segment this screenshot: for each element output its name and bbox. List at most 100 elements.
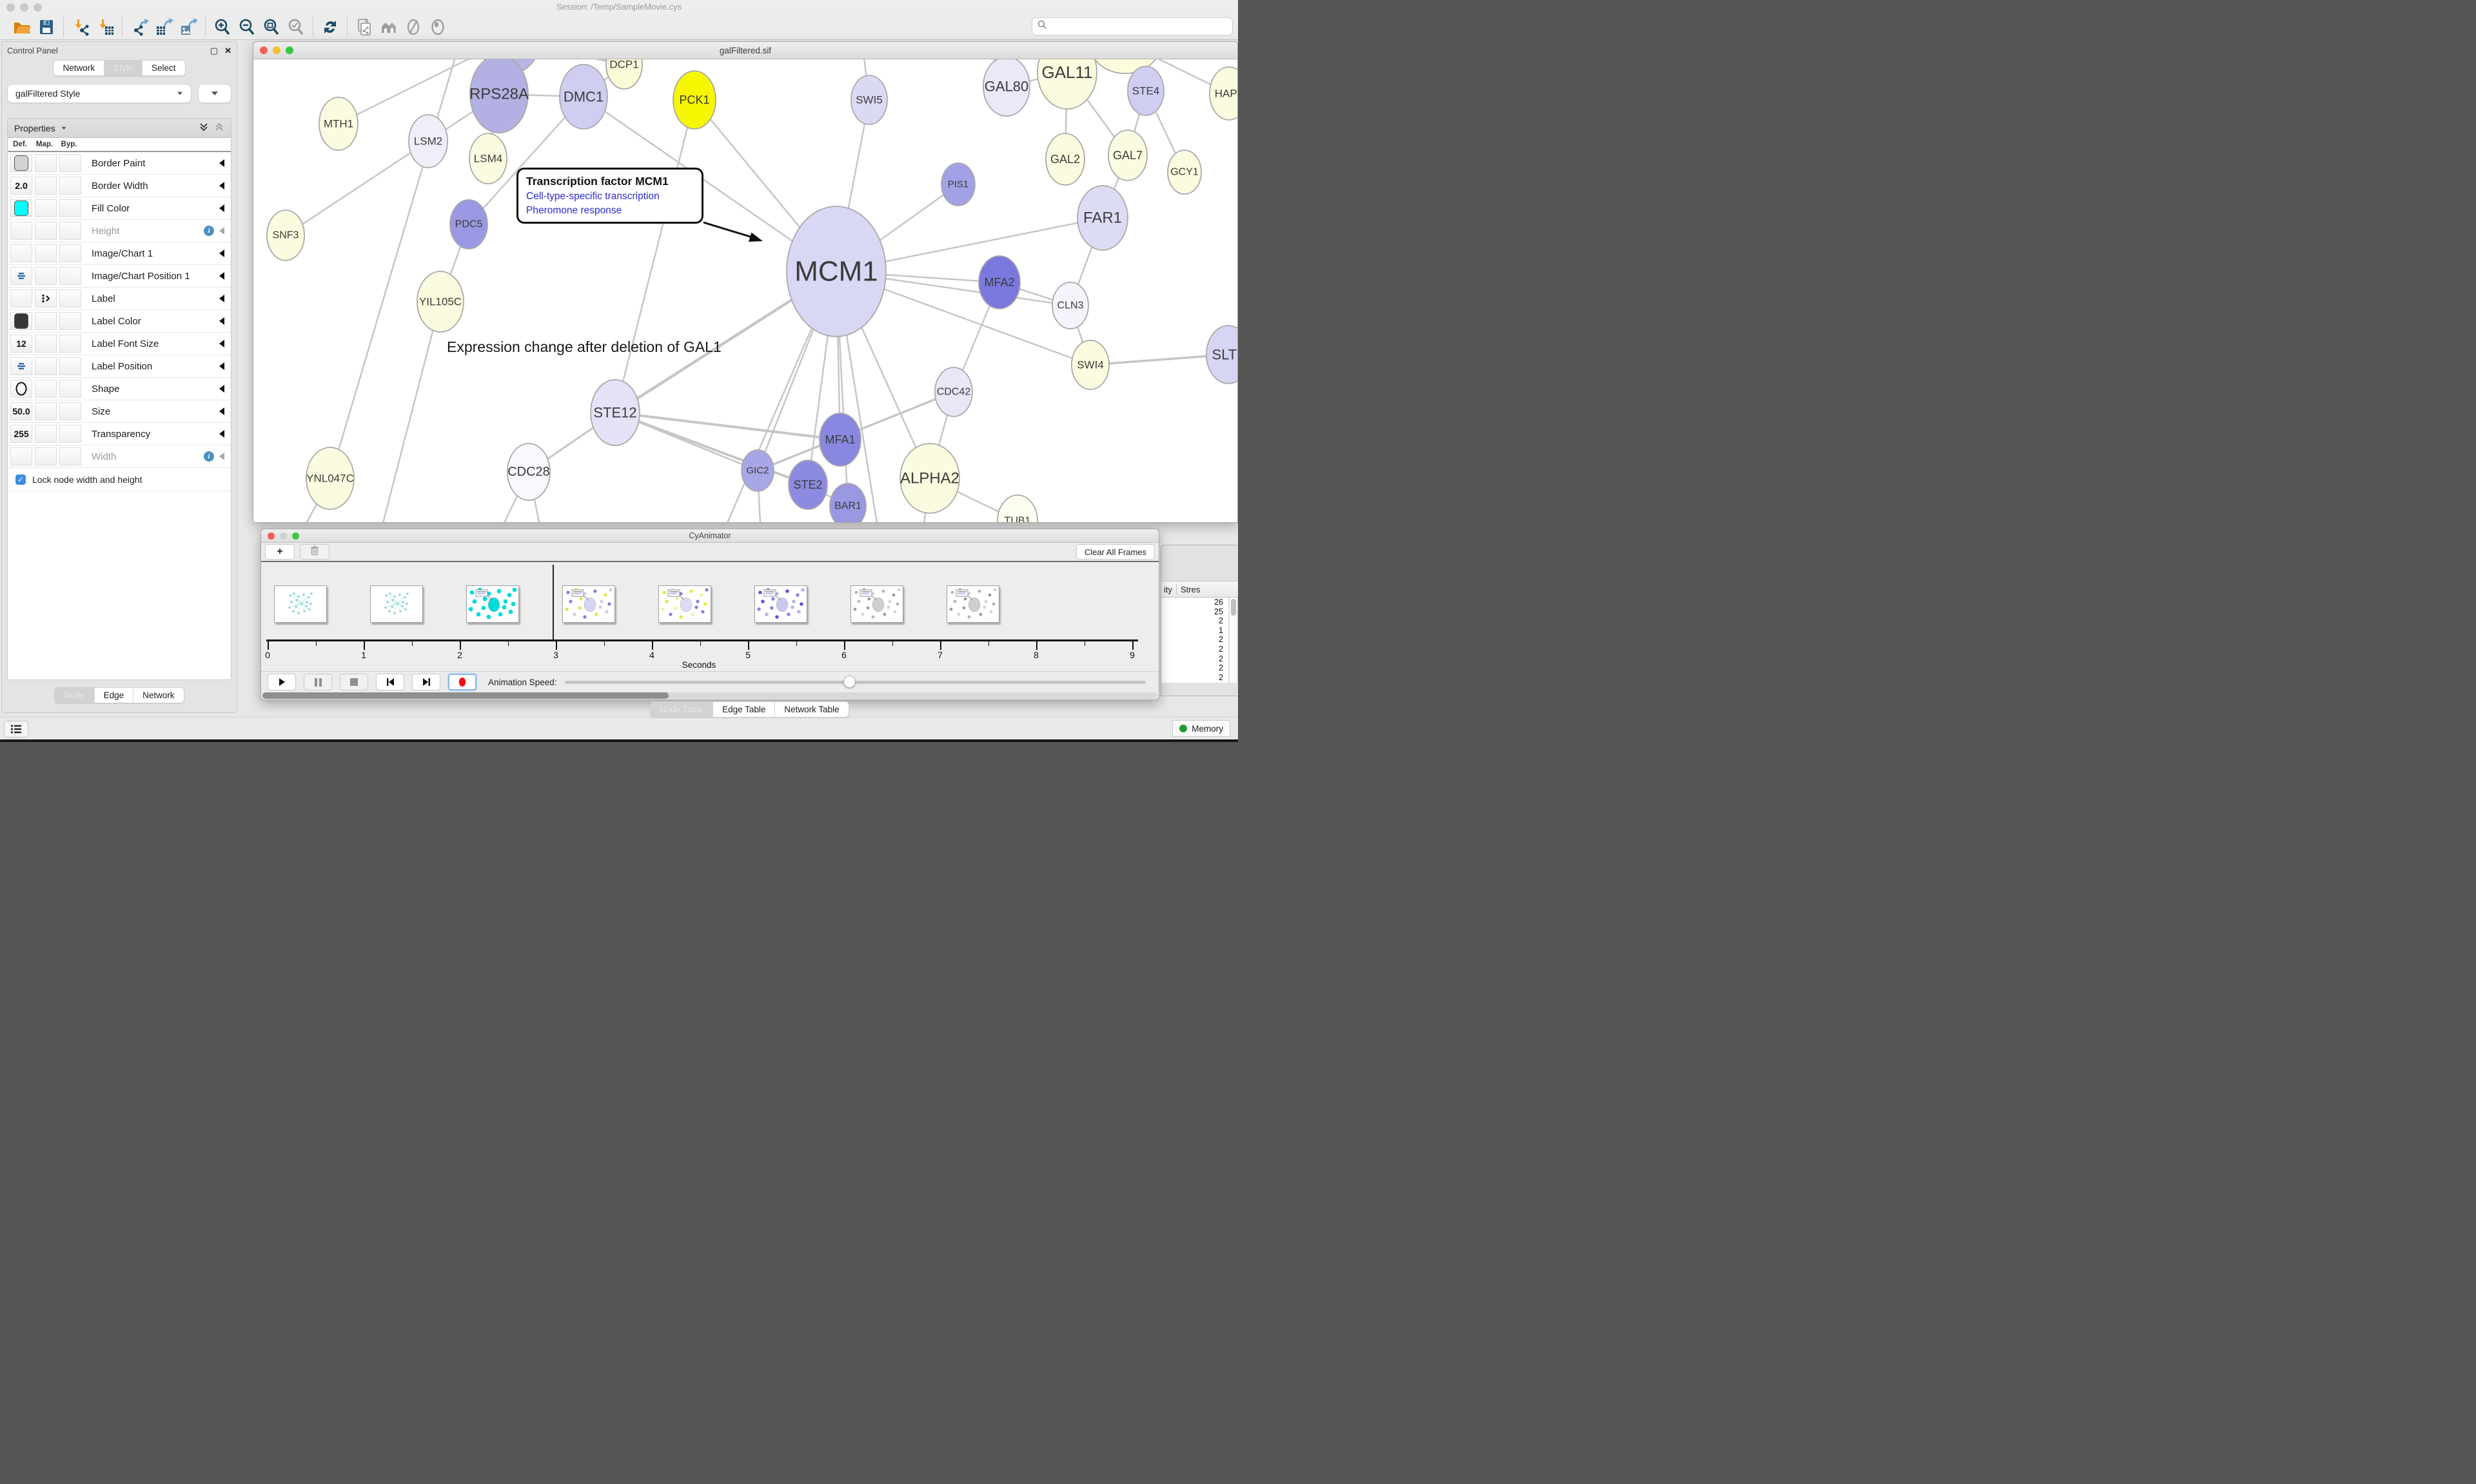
open-folder-icon[interactable] (12, 17, 32, 37)
frame-thumbnail-6[interactable] (850, 585, 903, 623)
export-table-icon[interactable] (153, 17, 174, 37)
property-row-width[interactable]: Widthi (8, 445, 231, 468)
node-SNF3[interactable]: SNF3 (267, 210, 304, 260)
table-cell[interactable]: 2 (1161, 635, 1228, 645)
hide-selected-icon[interactable] (403, 17, 424, 37)
first-neighbors-icon[interactable] (378, 17, 399, 37)
node-LSM2[interactable]: LSM2 (409, 115, 447, 168)
record-button[interactable] (448, 674, 477, 690)
node-GAL7[interactable]: GAL7 (1108, 130, 1147, 181)
clear-all-frames-button[interactable]: Clear All Frames (1076, 544, 1155, 560)
node-GAL2[interactable]: GAL2 (1046, 133, 1085, 185)
node-DMC1[interactable]: DMC1 (560, 64, 607, 129)
property-row-label-color[interactable]: Label Color (8, 310, 231, 333)
property-row-border-width[interactable]: 2.0Border Width (8, 175, 231, 197)
tab-edge-table[interactable]: Edge Table (713, 702, 775, 717)
property-row-border-paint[interactable]: Border Paint (8, 152, 231, 175)
node-STE4[interactable]: STE4 (1128, 66, 1164, 115)
cyanimator-titlebar[interactable]: CyAnimator (261, 529, 1159, 543)
annotation-link[interactable]: Pheromone response (526, 205, 694, 217)
skip-start-button[interactable] (376, 674, 404, 690)
expand-property-icon[interactable] (219, 407, 224, 415)
memory-button[interactable]: Memory (1172, 720, 1230, 737)
pause-button[interactable] (304, 674, 332, 690)
frame-thumbnail-1[interactable] (370, 585, 423, 623)
network-canvas[interactable]: DCP1RPS28ADMC1PCK1MTH1LSM2LSM4SNF3PDC5YI… (253, 59, 1237, 522)
zoom-in-icon[interactable] (212, 17, 233, 37)
node-FAR1[interactable]: FAR1 (1077, 186, 1128, 250)
node-DCP1[interactable]: DCP1 (606, 59, 642, 89)
network-window-titlebar[interactable]: galFiltered.sif (253, 42, 1237, 59)
info-icon[interactable]: i (204, 226, 214, 236)
style-options-button[interactable] (198, 84, 231, 103)
frame-thumbnail-2[interactable] (466, 585, 519, 623)
skip-end-button[interactable] (412, 674, 440, 690)
export-network-icon[interactable] (129, 17, 150, 37)
table-cell[interactable]: 2 (1161, 663, 1228, 673)
edge-YIL105C-vBY[interactable] (369, 302, 440, 522)
expand-property-icon[interactable] (219, 272, 224, 280)
style-selector[interactable]: galFiltered Style (7, 84, 192, 103)
stop-button[interactable] (340, 674, 368, 690)
tab-network-table[interactable]: Network Table (775, 702, 848, 717)
cyanimator-hscrollbar[interactable] (262, 692, 1157, 699)
search-input[interactable] (1047, 21, 1227, 32)
node-PCK1[interactable]: PCK1 (673, 71, 716, 129)
tab-node-table[interactable]: Node Table (651, 702, 713, 717)
node-PDC5[interactable]: PDC5 (450, 200, 487, 249)
node-GAL80[interactable]: GAL80 (983, 59, 1030, 116)
table-cell[interactable]: 1 (1161, 626, 1228, 636)
expand-property-icon[interactable] (219, 317, 224, 325)
slider-thumb-icon[interactable] (843, 676, 856, 688)
node-SWI4[interactable]: SWI4 (1072, 340, 1109, 389)
zoom-out-icon[interactable] (237, 17, 257, 37)
timeline-playhead[interactable] (553, 565, 554, 640)
expand-all-icon[interactable] (199, 122, 209, 134)
table-cell[interactable]: 25 (1161, 607, 1228, 617)
tab-node[interactable]: Node (55, 688, 94, 703)
property-row-image-chart-1[interactable]: Image/Chart 1 (8, 242, 231, 265)
node-ALPHA2[interactable]: ALPHA2 (900, 444, 959, 513)
node-MCM1[interactable]: MCM1 (787, 206, 886, 337)
checkbox-checked-icon[interactable]: ✓ (15, 474, 26, 485)
toggle-panels-button[interactable] (4, 721, 28, 737)
frame-thumbnail-0[interactable] (274, 585, 327, 623)
tab-edge[interactable]: Edge (95, 688, 134, 703)
import-table-icon[interactable] (95, 17, 115, 37)
node-PIS1[interactable]: PIS1 (941, 163, 975, 206)
frame-thumbnail-7[interactable] (947, 585, 999, 623)
property-row-label-font-size[interactable]: 12Label Font Size (8, 333, 231, 355)
zoom-selected-icon[interactable] (286, 17, 306, 37)
node-MTH1[interactable]: MTH1 (319, 97, 358, 150)
table-rows[interactable]: 26252122222 (1161, 598, 1228, 683)
expand-property-icon[interactable] (219, 227, 224, 235)
frame-thumbnail-3[interactable] (562, 585, 615, 623)
table-cell[interactable]: 26 (1161, 598, 1228, 607)
property-row-label[interactable]: Label (8, 288, 231, 310)
table-scrollbar[interactable] (1229, 598, 1237, 683)
properties-menu-icon[interactable] (61, 126, 66, 129)
delete-frame-button[interactable] (300, 544, 329, 560)
table-cell[interactable]: 2 (1161, 616, 1228, 626)
property-row-image-chart-position-1[interactable]: Image/Chart Position 1 (8, 265, 231, 288)
table-column-header[interactable]: Stres (1181, 585, 1200, 594)
node-BAR1[interactable]: BAR1 (830, 483, 866, 522)
info-icon[interactable]: i (204, 451, 214, 462)
annotation-link[interactable]: Cell-type-specific transcription (526, 191, 694, 202)
property-row-height[interactable]: Heighti (8, 220, 231, 242)
refresh-layout-icon[interactable] (320, 17, 340, 37)
save-icon[interactable] (36, 17, 57, 37)
node-YIL105C[interactable]: YIL105C (417, 271, 464, 332)
node-GCY1[interactable]: GCY1 (1168, 150, 1201, 194)
node-GIC2[interactable]: GIC2 (742, 450, 774, 491)
node-HAP2[interactable]: HAP2 (1210, 67, 1237, 120)
node-CDC42[interactable]: CDC42 (935, 367, 972, 416)
play-button[interactable] (268, 674, 296, 690)
animation-timeline[interactable]: Seconds 0123456789 (261, 562, 1159, 672)
tab-network[interactable]: Network (133, 688, 184, 703)
node-SLT2[interactable]: SLT2 (1206, 326, 1237, 384)
expand-property-icon[interactable] (219, 385, 224, 393)
table-cell[interactable]: 2 (1161, 673, 1228, 683)
frame-thumbnail-5[interactable] (754, 585, 807, 623)
float-panel-icon[interactable]: ▢ (210, 46, 218, 55)
